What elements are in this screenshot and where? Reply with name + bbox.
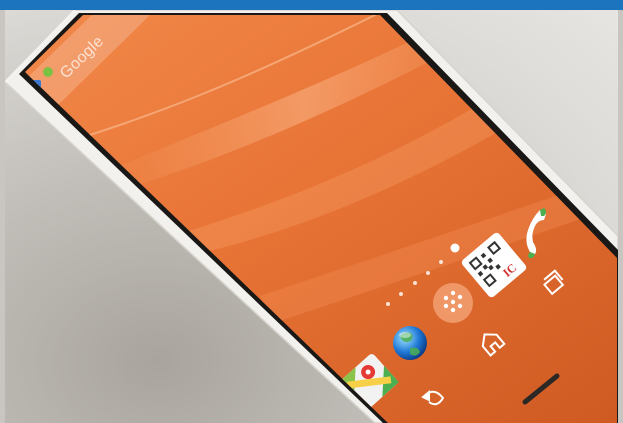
weather-icon	[43, 67, 53, 77]
phone-photo: 20	[5, 10, 618, 423]
app-drawer-icon[interactable]	[433, 283, 473, 323]
browser-globe-icon[interactable]	[393, 326, 427, 360]
photo-frame: 20	[5, 10, 618, 423]
top-accent-bar	[0, 0, 623, 10]
